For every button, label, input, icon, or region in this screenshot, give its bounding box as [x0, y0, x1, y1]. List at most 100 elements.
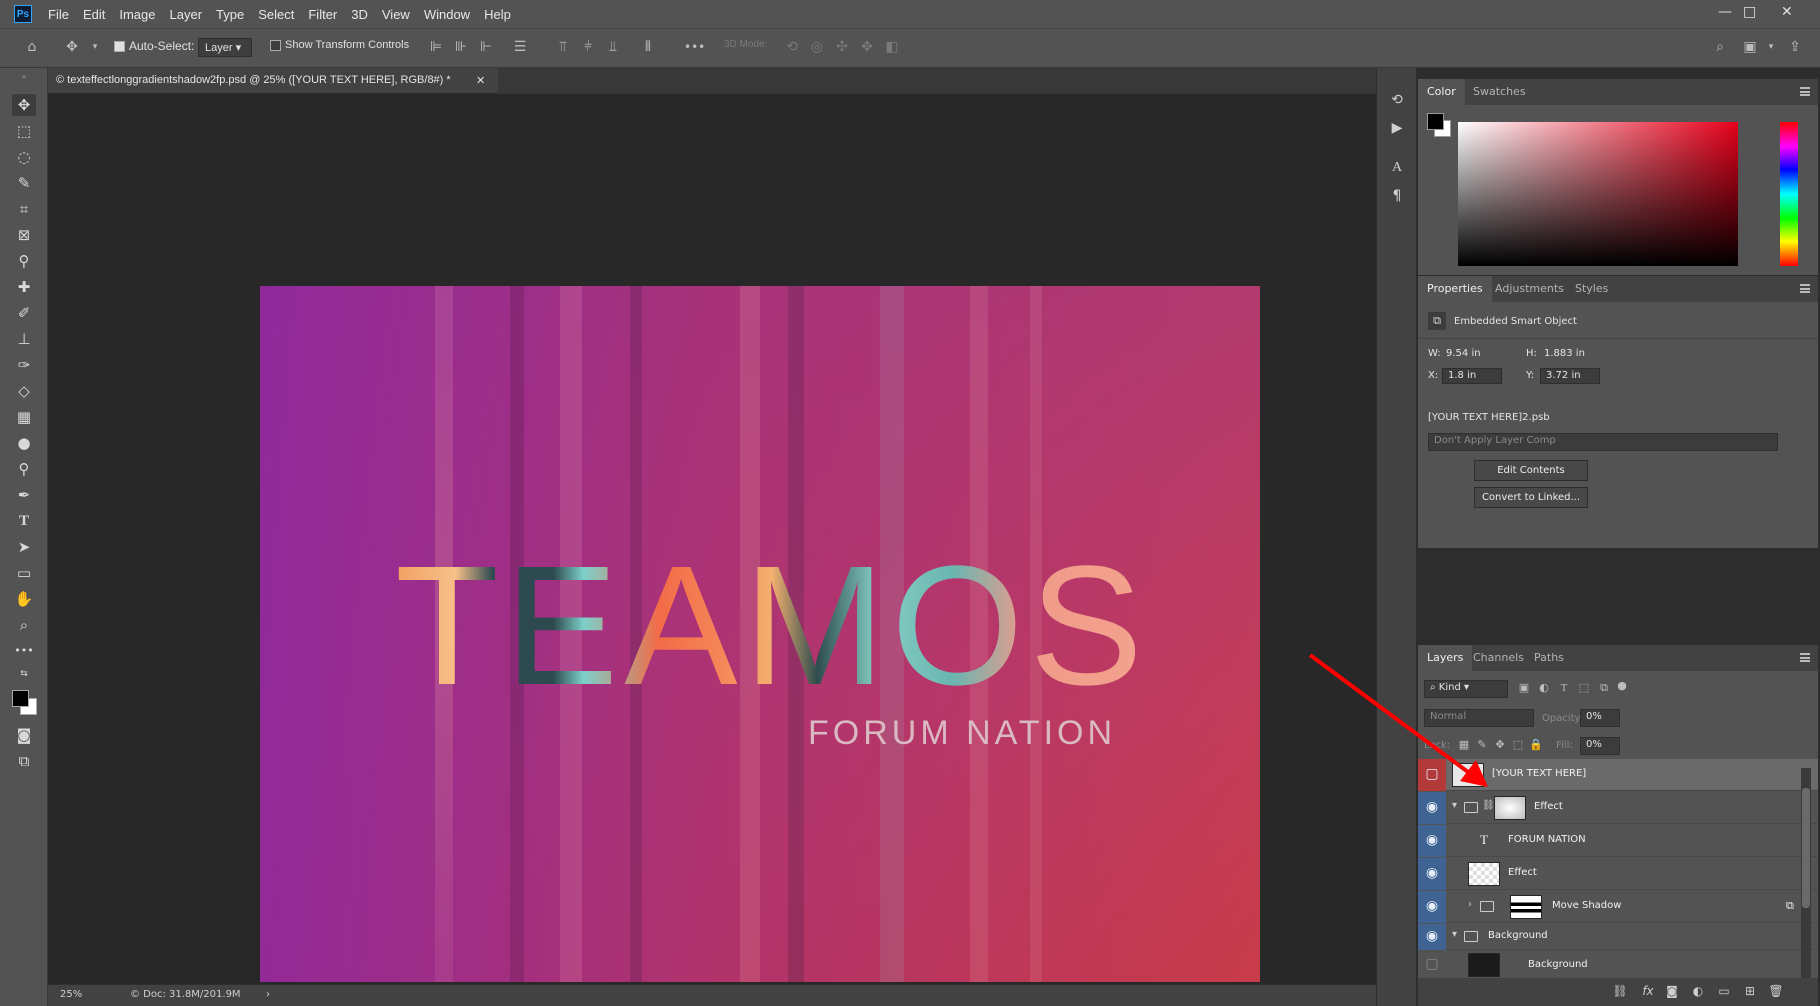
tab-channels[interactable]: Channels: [1464, 645, 1533, 671]
align-bottom-icon[interactable]: ⫫: [605, 39, 621, 55]
lock-position-icon[interactable]: ✥: [1492, 737, 1508, 753]
workspace-chevron-icon[interactable]: ▾: [1763, 39, 1779, 55]
photoshop-logo[interactable]: Ps: [14, 5, 32, 23]
rectangle-tool[interactable]: ▭: [12, 562, 36, 584]
properties-panel-menu-icon[interactable]: [1800, 284, 1810, 293]
zoom-level[interactable]: 25%: [60, 989, 82, 1000]
menu-view[interactable]: View: [382, 7, 410, 22]
layer-row[interactable]: ◉ ▾ ⛓ Effect: [1418, 792, 1818, 824]
brush-tool[interactable]: ✐: [12, 302, 36, 324]
document-canvas[interactable]: TEAMOS FORUM NATION: [260, 286, 1260, 982]
blur-tool[interactable]: ●: [12, 432, 36, 454]
layer-name[interactable]: [YOUR TEXT HERE]: [1492, 768, 1586, 779]
layer-name[interactable]: Move Shadow: [1552, 900, 1621, 911]
quick-select-tool[interactable]: ✎: [12, 172, 36, 194]
eraser-tool[interactable]: ◇: [12, 380, 36, 402]
canvas-area[interactable]: TEAMOS FORUM NATION: [48, 94, 1376, 984]
auto-select-target-dropdown[interactable]: Layer ▾: [198, 38, 252, 57]
eye-icon[interactable]: ◉: [1418, 858, 1446, 890]
edit-contents-button[interactable]: Edit Contents: [1474, 460, 1588, 481]
height-value[interactable]: 1.883 in: [1544, 348, 1585, 359]
layer-row[interactable]: ◉ ▾ Background: [1418, 924, 1818, 950]
layer-name[interactable]: Background: [1528, 959, 1588, 970]
history-brush-tool[interactable]: ✑: [12, 354, 36, 376]
eye-icon[interactable]: ◉: [1418, 891, 1446, 923]
dodge-tool[interactable]: ⚲: [12, 458, 36, 480]
tab-paths[interactable]: Paths: [1525, 645, 1573, 671]
layer-name[interactable]: Effect: [1508, 867, 1537, 878]
toolbar-collapse-icon[interactable]: »: [12, 72, 36, 82]
convert-to-linked-button[interactable]: Convert to Linked...: [1474, 487, 1588, 508]
history-icon[interactable]: ⟲: [1387, 90, 1407, 110]
auto-select-check-icon[interactable]: [114, 41, 125, 53]
screen-mode-icon[interactable]: ⧉: [12, 750, 36, 772]
actions-play-icon[interactable]: ▶: [1387, 118, 1407, 138]
minimize-button[interactable]: —: [1718, 4, 1732, 20]
color-panel-menu-icon[interactable]: [1800, 87, 1810, 96]
fill-field[interactable]: 0%: [1580, 737, 1620, 755]
saturation-brightness-picker[interactable]: [1458, 122, 1738, 266]
quick-mask-icon[interactable]: ◙: [12, 724, 36, 746]
filter-smart-object-icon[interactable]: ⧉: [1596, 680, 1612, 696]
gradient-tool[interactable]: ▦: [12, 406, 36, 428]
more-options-icon[interactable]: •••: [684, 39, 705, 55]
lock-all-icon[interactable]: 🔒: [1528, 737, 1544, 753]
layer-row[interactable]: ◉ T FORUM NATION: [1418, 825, 1818, 857]
swap-colors-icon[interactable]: ⇆: [12, 668, 36, 680]
eye-icon[interactable]: ◉: [1418, 792, 1446, 824]
tab-styles[interactable]: Styles: [1566, 276, 1617, 302]
stamp-tool[interactable]: ⊥: [12, 328, 36, 350]
chevron-down-icon[interactable]: ▾: [87, 39, 103, 55]
layer-row[interactable]: ◉ › Move Shadow ⧉: [1418, 891, 1818, 923]
layers-panel-menu-icon[interactable]: [1800, 653, 1810, 662]
document-tab[interactable]: © texteffectlonggradientshadow2fp.psd @ …: [48, 68, 498, 94]
blend-mode-dropdown[interactable]: Normal: [1424, 709, 1534, 727]
link-icon[interactable]: ⛓: [1482, 800, 1495, 811]
menu-layer[interactable]: Layer: [170, 7, 203, 22]
align-center-icon[interactable]: ⊪: [453, 39, 469, 55]
mask-thumbnail[interactable]: [1494, 796, 1526, 820]
opacity-field[interactable]: 0%: [1580, 709, 1620, 727]
more-tools[interactable]: •••: [12, 640, 36, 662]
menu-type[interactable]: Type: [216, 7, 244, 22]
menu-select[interactable]: Select: [258, 7, 294, 22]
smart-filter-icon[interactable]: ⧉: [1786, 899, 1794, 913]
eye-icon[interactable]: ◉: [1418, 924, 1446, 950]
new-group-icon[interactable]: ▭: [1716, 983, 1732, 999]
frame-tool[interactable]: ⊠: [12, 224, 36, 246]
maximize-button[interactable]: □: [1743, 4, 1756, 20]
path-select-tool[interactable]: ➤: [12, 536, 36, 558]
lasso-tool[interactable]: ◌: [12, 146, 36, 168]
tab-properties[interactable]: Properties: [1418, 276, 1492, 302]
type-tool[interactable]: T: [12, 510, 36, 532]
layer-comp-dropdown[interactable]: Don't Apply Layer Comp: [1428, 433, 1778, 451]
filter-shape-icon[interactable]: ⬚: [1576, 680, 1592, 696]
visibility-toggle-off[interactable]: ▢: [1418, 951, 1446, 979]
visibility-toggle-off[interactable]: ▢: [1418, 759, 1446, 791]
chevron-down-icon[interactable]: ▾: [1452, 929, 1457, 940]
delete-layer-icon[interactable]: 🗑: [1768, 983, 1784, 999]
move-tool[interactable]: ✥: [12, 94, 36, 116]
lock-transparency-icon[interactable]: ▦: [1456, 737, 1472, 753]
align-top-icon[interactable]: ⫪: [555, 39, 571, 55]
search-icon[interactable]: ⌕: [1712, 39, 1728, 55]
paragraph-icon[interactable]: ¶: [1387, 186, 1407, 206]
marquee-tool[interactable]: ⬚: [12, 120, 36, 142]
filter-toggle-icon[interactable]: ●: [1614, 678, 1630, 694]
add-mask-icon[interactable]: ◙: [1664, 983, 1680, 999]
workspace-icon[interactable]: ▣: [1742, 39, 1758, 55]
share-icon[interactable]: ⇪: [1787, 39, 1803, 55]
adjustment-layer-icon[interactable]: ◐: [1690, 983, 1706, 999]
new-layer-icon[interactable]: ⊞: [1742, 983, 1758, 999]
show-transform-check-icon[interactable]: [270, 39, 281, 51]
menu-file[interactable]: File: [48, 7, 69, 22]
align-left-icon[interactable]: ⊫: [428, 39, 444, 55]
layers-scrollbar[interactable]: [1801, 768, 1811, 978]
menu-filter[interactable]: Filter: [308, 7, 337, 22]
character-icon[interactable]: A: [1387, 158, 1407, 178]
align-right-icon[interactable]: ⊩: [478, 39, 494, 55]
zoom-tool[interactable]: ⌕: [12, 614, 36, 636]
x-field[interactable]: 1.8 in: [1442, 368, 1502, 384]
menu-help[interactable]: Help: [484, 7, 511, 22]
layer-row[interactable]: ◉ Effect: [1418, 858, 1818, 890]
